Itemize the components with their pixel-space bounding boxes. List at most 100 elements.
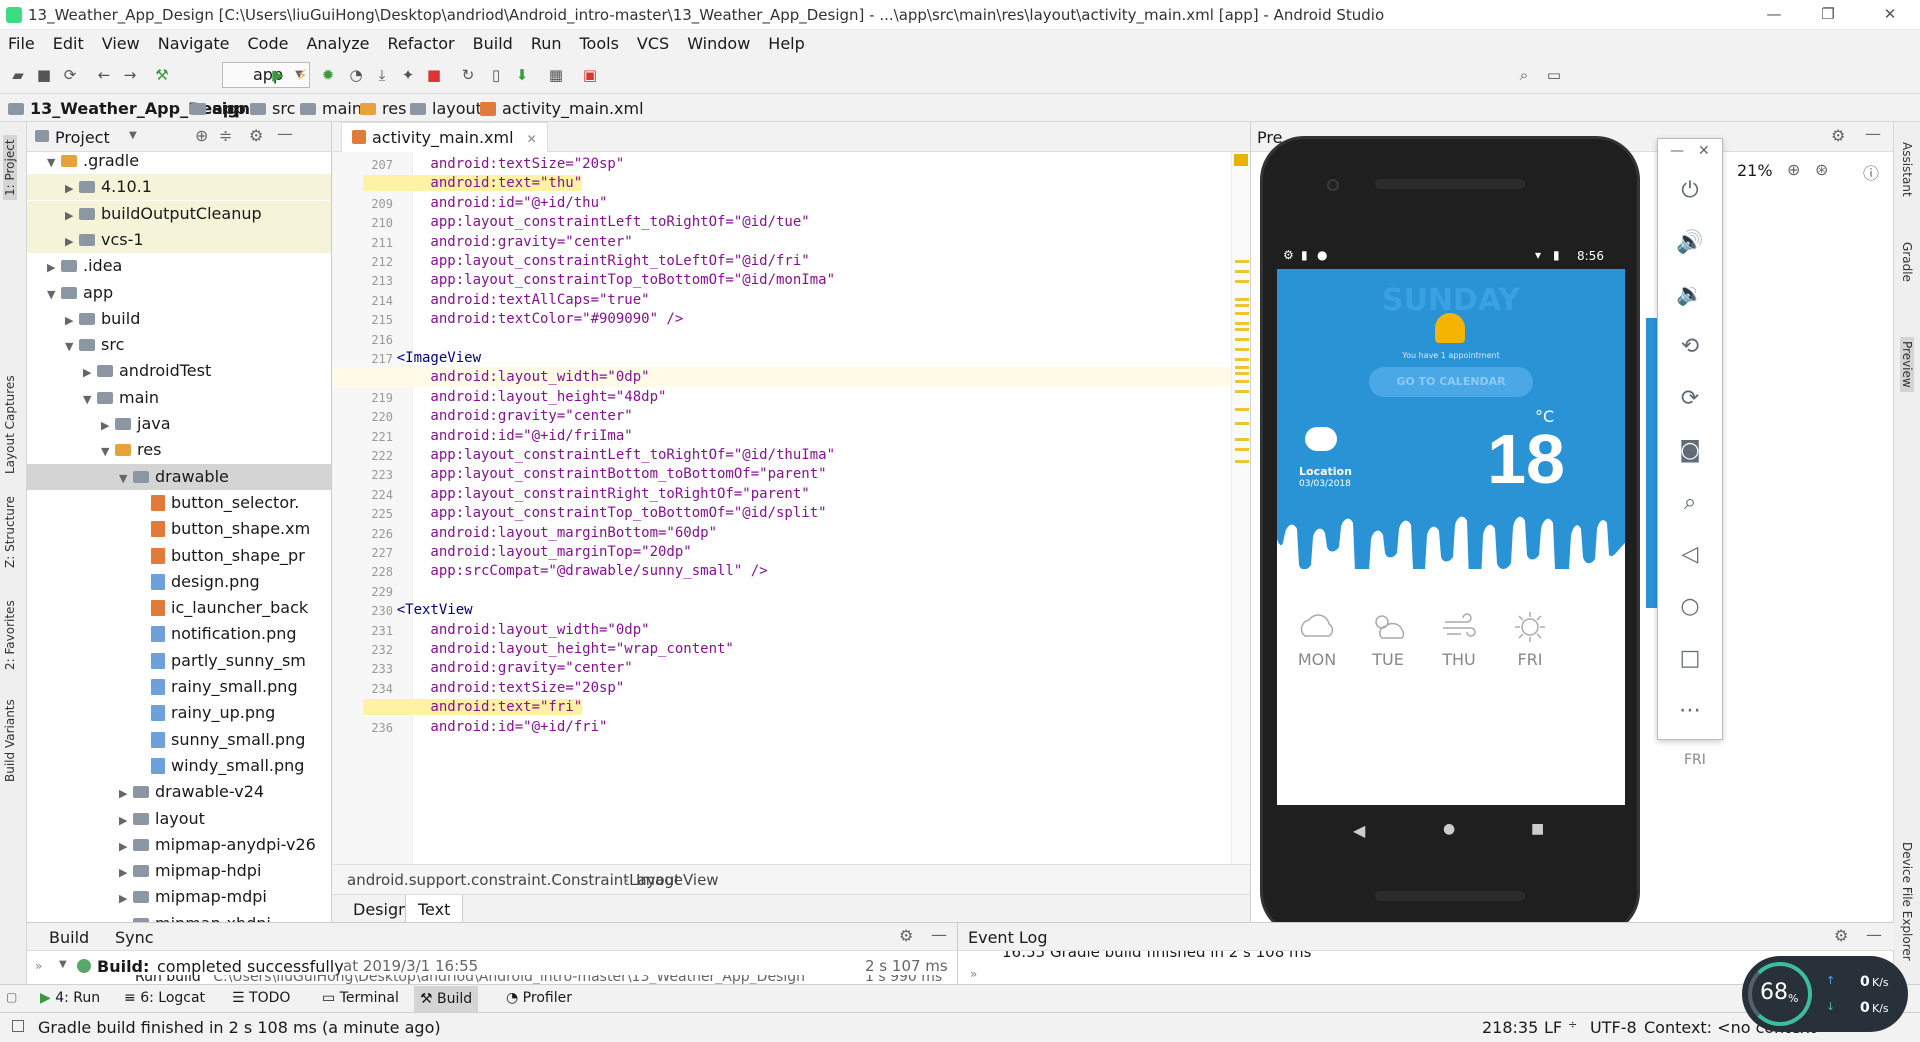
chevron-right-icon[interactable]: ▶ [65,229,79,255]
scroll-marker[interactable] [1235,438,1249,441]
tab-structure[interactable]: Z: Structure [3,496,17,568]
code-line[interactable]: android:textAllCaps="true" [363,292,649,308]
tree-item[interactable]: ▶ mipmap-xhdpi [27,911,331,922]
tree-item[interactable]: ▼ src [27,332,331,358]
tab-build[interactable]: ⚒ Build [414,986,479,1012]
tree-item[interactable]: button_selector. [27,490,331,516]
tree-item[interactable]: design.png [27,569,331,595]
expand-icon[interactable]: » [970,967,977,981]
run-icon[interactable]: ▶ [268,65,288,85]
zoom-icon[interactable]: ⌕ [1674,487,1706,519]
code-line[interactable]: android:layout_marginBottom="60dp" [363,525,717,541]
gear-icon[interactable]: ⚙ [899,926,913,945]
avd-manager-icon[interactable]: ▯ [486,65,506,85]
tree-item[interactable]: ▼ drawable [27,463,331,490]
tab-project[interactable]: 1: Project [3,135,17,200]
breadcrumb-src[interactable]: src [250,99,295,118]
tree-item[interactable]: button_shape_pr [27,543,331,569]
code-line[interactable]: app:layout_constraintTop_toBottomOf="@id… [363,272,835,288]
chevron-right-icon[interactable]: ▶ [119,834,133,860]
chevron-right-icon[interactable]: ▶ [119,781,133,807]
chevron-right-icon[interactable]: ▶ [65,203,79,229]
menu-edit[interactable]: Edit [53,34,84,53]
scroll-marker[interactable] [1235,408,1249,411]
chevron-down-icon[interactable]: ▼ [129,130,137,141]
home-icon[interactable]: ○ [1674,591,1706,623]
hide-icon[interactable]: — [1866,925,1882,944]
gradle-sync-icon[interactable]: ↻ [458,65,478,85]
forward-icon[interactable]: → [120,65,140,85]
scroll-marker[interactable] [1235,366,1249,369]
tab-sync[interactable]: Sync [115,928,154,947]
info-icon[interactable]: ⓘ [1863,160,1879,184]
scroll-marker[interactable] [1235,304,1249,307]
open-folder-icon[interactable]: ▰ [8,65,28,85]
tree-item[interactable]: ▶ layout [27,806,331,832]
code-line[interactable]: android:gravity="center" [363,408,632,424]
sync-icon[interactable]: ⟳ [60,65,80,85]
tab-logcat[interactable]: ≡ 6: Logcat [124,990,205,1006]
tab-activity-main[interactable]: activity_main.xml ✕ [341,122,548,152]
expand-icon[interactable]: » [35,959,42,973]
tab-gradle[interactable]: Gradle [1900,242,1914,282]
tab-run[interactable]: ▶ 4: Run [40,990,100,1006]
scroll-marker[interactable] [1235,322,1249,325]
tab-layout-captures[interactable]: Layout Captures [3,375,17,474]
path-imageview[interactable]: ImageView [636,871,719,889]
code-line[interactable]: android:text="fri" [363,699,583,716]
tree-item[interactable]: notification.png [27,621,331,647]
scroll-marker[interactable] [1235,380,1249,383]
tab-build-output[interactable]: Build [49,928,89,947]
tree-item[interactable]: ▼ app [27,280,331,306]
code-line[interactable]: android:gravity="center" [363,234,632,250]
code-line[interactable]: android:layout_width="0dp" [363,622,649,638]
gear-icon[interactable]: ⚙ [1831,126,1845,145]
tree-item[interactable]: ▼ res [27,437,331,465]
tree-item[interactable]: ▶ drawable-v24 [27,779,331,807]
scroll-marker[interactable] [1235,280,1249,283]
tree-item[interactable]: rainy_small.png [27,674,331,700]
chevron-down-icon[interactable]: ▼ [83,387,97,413]
phone-screen[interactable]: ⚙ ▮ ● ▾ ▮ 8:56 SUNDAY You have 1 appoint… [1277,245,1625,805]
breadcrumb-app[interactable]: app [190,99,246,118]
code-line[interactable]: android:text="thu" [363,175,583,192]
tree-item[interactable]: ▶ java [27,411,331,439]
scroll-marker[interactable] [1235,312,1249,315]
chevron-right-icon[interactable]: ▶ [65,308,79,334]
tree-item[interactable]: rainy_up.png [27,700,331,726]
scroll-marker[interactable] [1235,348,1249,351]
scroll-marker[interactable] [1235,358,1249,361]
encoding[interactable]: UTF-8 [1590,1018,1637,1037]
chevron-right-icon[interactable]: ▶ [119,886,133,912]
chevron-right-icon[interactable]: ▶ [47,255,61,281]
tree-item[interactable]: ▶ mipmap-mdpi [27,884,331,912]
menu-build[interactable]: Build [473,34,513,53]
attach-debugger-icon[interactable]: ⤓ [372,65,392,85]
maximize-icon[interactable]: ❐ [1818,4,1838,24]
scroll-marker[interactable] [1235,328,1249,331]
tree-item[interactable]: ▶ mipmap-anydpi-v26 [27,832,331,860]
tree-item[interactable]: ▶ mipmap-hdpi [27,858,331,884]
caret-position[interactable]: 218:35 [1482,1018,1538,1037]
line-separator[interactable]: LF [1544,1018,1562,1037]
chevron-down-icon[interactable]: ▼ [101,439,115,465]
volume-down-icon[interactable]: 🔉 [1674,279,1706,311]
scroll-marker[interactable] [1235,338,1249,341]
scroll-marker[interactable] [1235,460,1249,463]
more-icon[interactable]: ⋯ [1674,695,1706,727]
zoom-fit-icon[interactable]: ⊛ [1815,160,1828,179]
chevron-right-icon[interactable]: ▶ [101,413,115,439]
code-line[interactable]: android:textColor="#909090" /> [363,311,683,327]
code-line[interactable]: android:layout_width="0dp" [363,369,649,385]
nav-home-icon[interactable]: ● [1443,821,1455,837]
chevron-down-icon[interactable]: ▼ [47,150,61,176]
device-monitor-icon[interactable]: ▣ [580,65,600,85]
close-icon[interactable]: ✕ [1698,143,1710,159]
chevron-right-icon[interactable]: ▶ [83,360,97,386]
zoom-in-icon[interactable]: ⊕ [1787,160,1800,179]
tab-preview[interactable]: Preview [1900,337,1914,392]
apply-changes-icon[interactable]: ⚡ [292,65,312,85]
scroll-marker[interactable] [1235,270,1249,273]
menu-analyze[interactable]: Analyze [306,34,369,53]
code-line[interactable]: android:gravity="center" [363,660,632,676]
